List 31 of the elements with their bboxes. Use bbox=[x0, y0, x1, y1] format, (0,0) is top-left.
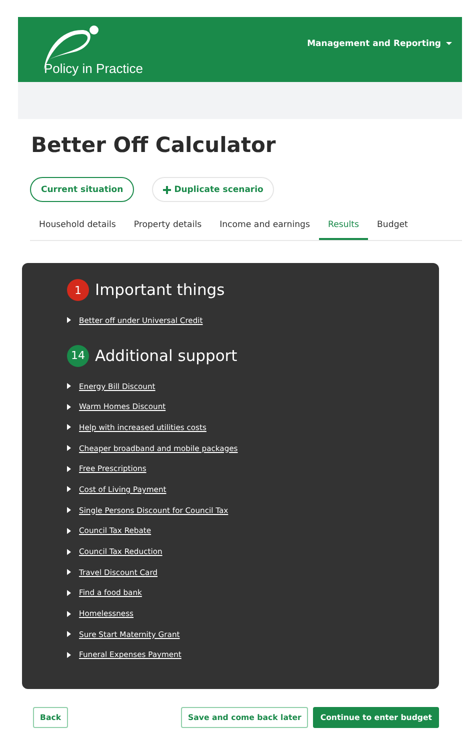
plus-icon bbox=[163, 186, 172, 194]
expand-arrow-icon[interactable] bbox=[67, 466, 71, 472]
tab[interactable]: Budget bbox=[368, 214, 417, 240]
expand-arrow-icon[interactable] bbox=[67, 590, 71, 596]
expand-arrow-icon[interactable] bbox=[67, 383, 71, 390]
expand-arrow-icon[interactable] bbox=[67, 317, 71, 324]
tab[interactable]: Income and earnings bbox=[210, 214, 319, 240]
expand-arrow-icon[interactable] bbox=[67, 631, 71, 638]
expand-arrow-icon[interactable] bbox=[67, 404, 71, 410]
count-badge: 14 bbox=[67, 344, 89, 367]
caret-icon bbox=[446, 42, 452, 46]
count-badge: 1 bbox=[67, 279, 89, 301]
section-heading: Important things bbox=[95, 281, 225, 299]
expand-arrow-icon[interactable] bbox=[67, 569, 71, 576]
expand-arrow-icon[interactable] bbox=[67, 652, 71, 658]
expand-arrow-icon[interactable] bbox=[67, 610, 71, 617]
page-title: Better Off Calculator bbox=[31, 133, 277, 157]
expand-arrow-icon[interactable] bbox=[67, 445, 71, 452]
duplicate-scenario-button[interactable]: Duplicate scenario bbox=[152, 177, 274, 202]
tab[interactable]: Property details bbox=[124, 214, 211, 240]
expand-arrow-icon[interactable] bbox=[67, 548, 71, 555]
tab[interactable]: Household details bbox=[30, 214, 125, 240]
expand-arrow-icon[interactable] bbox=[67, 424, 71, 430]
section-heading: Additional support bbox=[95, 346, 238, 365]
expand-arrow-icon[interactable] bbox=[67, 528, 71, 534]
scenario-button[interactable]: Current situation bbox=[30, 177, 134, 202]
expand-arrow-icon[interactable] bbox=[67, 486, 71, 492]
expand-arrow-icon[interactable] bbox=[67, 507, 71, 514]
management-menu[interactable]: Management and Reporting bbox=[307, 38, 452, 48]
logo-text[interactable]: Policy in Practice bbox=[44, 60, 143, 76]
tab[interactable]: Results bbox=[318, 214, 368, 240]
